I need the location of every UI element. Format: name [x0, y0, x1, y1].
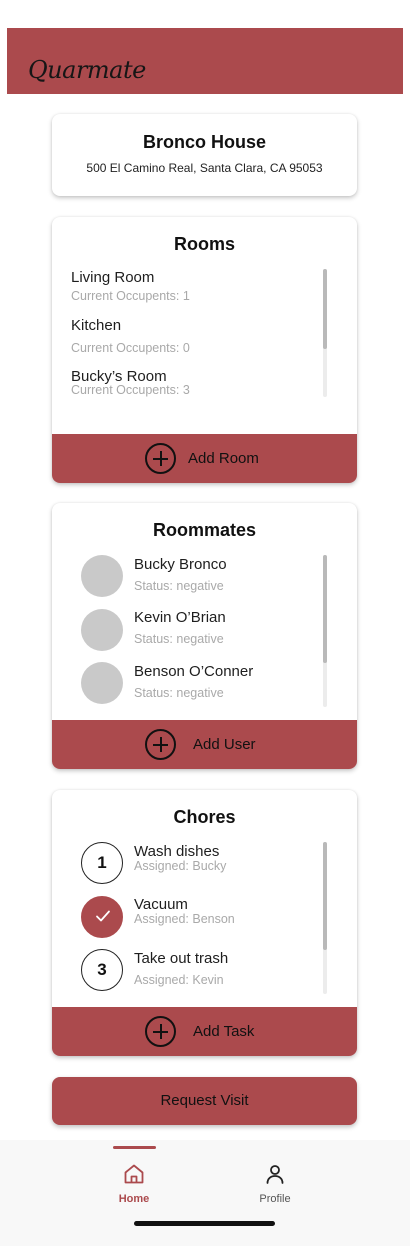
roommate-item[interactable]: Bucky Bronco Status: negative: [134, 556, 304, 596]
roommate-name: Kevin O’Brian: [134, 609, 226, 626]
add-user-button[interactable]: Add User: [52, 720, 357, 769]
room-occupants: Current Occupents: 0: [71, 341, 190, 355]
roommate-status: Status: negative: [134, 579, 224, 593]
avatar[interactable]: [81, 609, 123, 651]
room-item[interactable]: Kitchen Current Occupents: 0: [71, 317, 311, 357]
chores-title: Chores: [173, 807, 236, 827]
app-header: Quarmate: [7, 28, 403, 94]
avatar[interactable]: [81, 662, 123, 704]
chores-card: Chores 1 Wash dishes Assigned: Bucky Vac…: [52, 790, 357, 1056]
tab-home-label: Home: [118, 1193, 150, 1205]
rooms-scrollbar[interactable]: [323, 269, 327, 397]
person-icon: [266, 1165, 284, 1184]
roommates-scrollbar[interactable]: [323, 555, 327, 707]
add-user-label: Add User: [193, 736, 256, 753]
roommate-name: Bucky Bronco: [134, 556, 227, 573]
chore-number-badge[interactable]: 1: [81, 842, 123, 884]
roommates-title: Roommates: [152, 520, 257, 540]
chore-done-badge[interactable]: [81, 896, 123, 938]
roommates-scrollbar-thumb[interactable]: [323, 555, 327, 663]
home-indicator: [134, 1221, 275, 1226]
tab-profile[interactable]: Profile: [240, 1162, 310, 1212]
bottom-tab-bar: Home Profile: [0, 1140, 410, 1246]
chore-item[interactable]: Vacuum Assigned: Benson: [134, 896, 304, 932]
room-occupants: Current Occupents: 1: [71, 289, 190, 303]
chore-number-badge[interactable]: 3: [81, 949, 123, 991]
room-name: Living Room: [71, 269, 155, 286]
home-icon: [124, 1164, 144, 1184]
add-room-label: Add Room: [188, 450, 259, 467]
rooms-scrollbar-thumb[interactable]: [323, 269, 327, 349]
chore-task: Take out trash: [134, 950, 229, 967]
chore-assignee: Assigned: Bucky: [134, 859, 227, 873]
house-address: 500 El Camino Real, Santa Clara, CA 9505…: [86, 161, 323, 175]
chore-item[interactable]: Take out trash Assigned: Kevin: [134, 950, 304, 990]
tab-home[interactable]: Home: [99, 1162, 169, 1212]
roommates-card: Roommates Bucky Bronco Status: negative …: [52, 503, 357, 769]
room-item[interactable]: Living Room Current Occupents: 1: [71, 269, 311, 309]
plus-circle-icon: [145, 729, 176, 760]
room-item[interactable]: Bucky’s Room Current Occupents: 3: [71, 368, 311, 402]
chore-task: Vacuum: [134, 896, 188, 913]
chores-scrollbar[interactable]: [323, 842, 327, 994]
plus-circle-icon: [145, 443, 176, 474]
house-card[interactable]: Bronco House 500 El Camino Real, Santa C…: [52, 114, 357, 196]
chore-task: Wash dishes: [134, 843, 220, 860]
room-occupants: Current Occupents: 3: [71, 383, 190, 397]
add-room-button[interactable]: Add Room: [52, 434, 357, 483]
app-logo: Quarmate: [28, 56, 146, 84]
roommate-item[interactable]: Kevin O’Brian Status: negative: [134, 609, 304, 649]
chore-assignee: Assigned: Kevin: [134, 973, 224, 987]
rooms-card: Rooms Living Room Current Occupents: 1 K…: [52, 217, 357, 483]
avatar[interactable]: [81, 555, 123, 597]
roommate-status: Status: negative: [134, 632, 224, 646]
check-icon: [96, 910, 110, 922]
rooms-title: Rooms: [173, 234, 235, 254]
request-visit-button[interactable]: Request Visit: [52, 1077, 357, 1125]
active-tab-indicator: [113, 1146, 156, 1149]
roommate-name: Benson O’Conner: [134, 663, 254, 680]
chores-scrollbar-thumb[interactable]: [323, 842, 327, 950]
tab-profile-label: Profile: [259, 1193, 291, 1205]
plus-circle-icon: [145, 1016, 176, 1047]
room-name: Kitchen: [71, 317, 122, 334]
house-name: Bronco House: [142, 132, 266, 152]
roommate-item[interactable]: Benson O’Conner Status: negative: [134, 663, 304, 703]
chore-assignee: Assigned: Benson: [134, 912, 235, 926]
chore-item[interactable]: Wash dishes Assigned: Bucky: [134, 843, 304, 879]
add-task-button[interactable]: Add Task: [52, 1007, 357, 1056]
add-task-label: Add Task: [193, 1023, 255, 1040]
roommate-status: Status: negative: [134, 686, 224, 700]
